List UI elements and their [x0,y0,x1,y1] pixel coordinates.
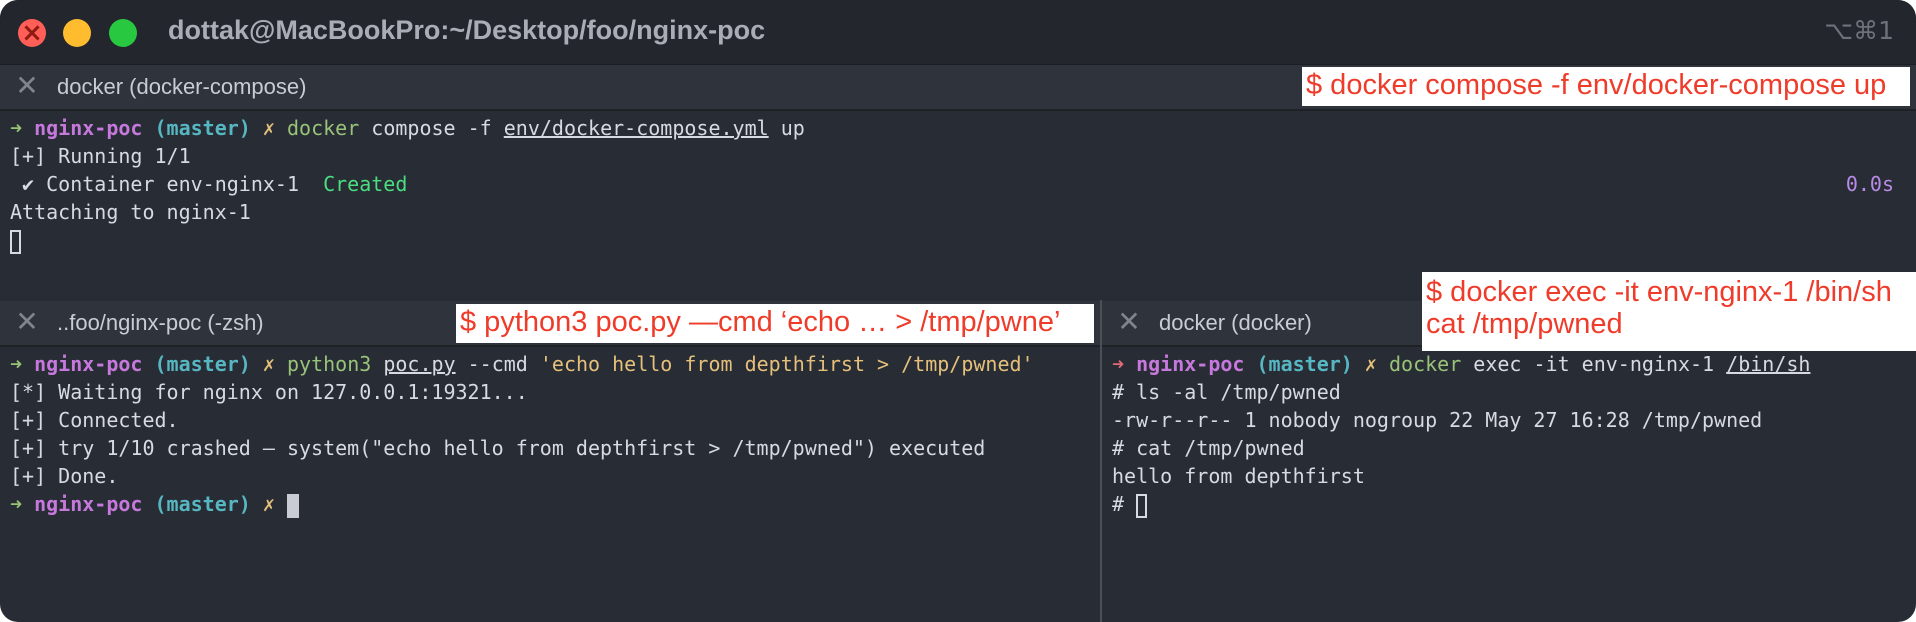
shell-ls-command: # ls -al /tmp/pwned [1112,380,1341,404]
prompt-line: ➜ nginx-poc (master) ✗ [10,490,299,518]
output-timing: 0.0s [1845,172,1894,196]
command-line: ➜ nginx-poc (master) ✗ python3 poc.py --… [10,352,1034,376]
command-line: ➜ nginx-poc (master) ✗ docker exec -it e… [1112,352,1811,376]
zoom-window-button[interactable] [109,19,137,47]
tab-title: ..foo/nginx-poc (-zsh) [57,310,264,335]
tab-title: docker (docker) [1159,310,1312,335]
annotation-compose-up: $ docker compose -f env/docker-compose u… [1302,67,1910,106]
output-crashed: [+] try 1/10 crashed — system("echo hell… [10,436,986,460]
output-container: ✔ Container env-nginx-1 Created [10,172,408,196]
close-icon[interactable]: ✕ [1114,307,1144,337]
cursor-block [10,229,21,254]
title-bar: dottak@MacBookPro:~/Desktop/foo/nginx-po… [0,0,1916,65]
annotation-python-poc: $ python3 poc.py —cmd ‘echo … > /tmp/pwn… [456,304,1094,343]
terminal-cursor [10,226,21,254]
tab-title: docker (docker-compose) [57,74,307,99]
output-attaching: Attaching to nginx-1 [10,200,251,224]
shell-prompt-line: # [1112,490,1148,518]
output-done: [+] Done. [10,464,119,488]
terminal-pane-top[interactable]: ➜ nginx-poc (master) ✗ docker compose -f… [0,111,1916,299]
close-icon[interactable]: ✕ [12,307,42,337]
terminal-pane-bottom-left[interactable]: ➜ nginx-poc (master) ✗ python3 poc.py --… [0,347,1100,622]
cursor-block [1136,493,1148,518]
annotation-docker-exec: $ docker exec -it env-nginx-1 /bin/sh ca… [1422,272,1916,351]
window-title: dottak@MacBookPro:~/Desktop/foo/nginx-po… [168,15,766,45]
window-shortcut: ⌥⌘1 [1824,16,1894,45]
close-window-button[interactable] [18,18,46,48]
minimize-window-button[interactable] [63,19,91,47]
shell-cat-command: # cat /tmp/pwned [1112,436,1305,460]
shell-cat-output: hello from depthfirst [1112,464,1365,488]
cursor-block [286,493,299,518]
output-connected: [+] Connected. [10,408,179,432]
terminal-pane-bottom-right[interactable]: ➜ nginx-poc (master) ✗ docker exec -it e… [1102,347,1916,622]
output-running: [+] Running 1/1 [10,144,191,168]
annotation-line: cat /tmp/pwned [1426,308,1623,340]
terminal-window: dottak@MacBookPro:~/Desktop/foo/nginx-po… [0,0,1916,622]
close-icon[interactable]: ✕ [12,71,42,101]
output-waiting: [*] Waiting for nginx on 127.0.0.1:19321… [10,380,528,404]
shell-ls-output: -rw-r--r-- 1 nobody nogroup 22 May 27 16… [1112,408,1763,432]
command-line: ➜ nginx-poc (master) ✗ docker compose -f… [10,116,805,140]
annotation-line: $ docker exec -it env-nginx-1 /bin/sh [1426,276,1892,308]
